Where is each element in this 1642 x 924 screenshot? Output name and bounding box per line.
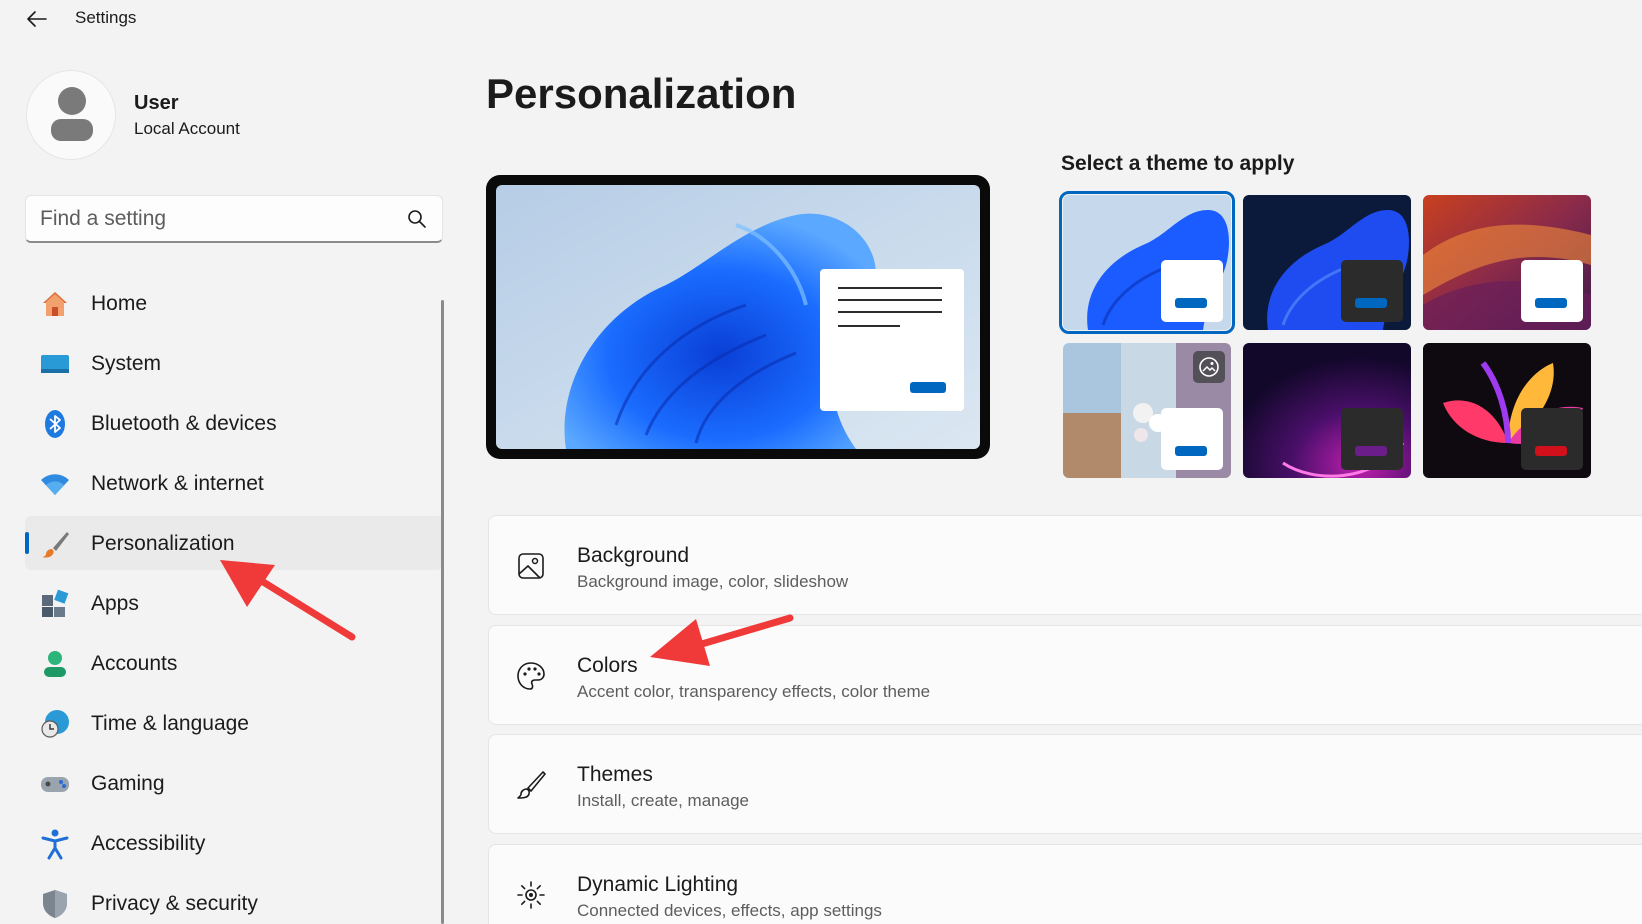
brush-icon <box>513 767 549 803</box>
slideshow-badge <box>1193 351 1225 383</box>
theme-heading: Select a theme to apply <box>1061 152 1295 175</box>
preview-accent-button <box>910 382 946 393</box>
accessibility-icon <box>39 828 71 860</box>
sidebar-item-label: Gaming <box>91 772 165 795</box>
sidebar-item-bluetooth[interactable]: Bluetooth & devices <box>25 396 443 450</box>
system-icon <box>39 348 71 380</box>
apps-icon <box>39 588 71 620</box>
search-box[interactable] <box>25 195 443 243</box>
sidebar-item-apps[interactable]: Apps <box>25 576 443 630</box>
sidebar-item-label: Home <box>91 292 148 315</box>
background-card[interactable]: Background Background image, color, slid… <box>488 515 1642 615</box>
sidebar-item-label: Apps <box>91 592 139 615</box>
sidebar-item-time-language[interactable]: Time & language <box>25 696 443 750</box>
sidebar-item-label: Privacy & security <box>91 892 258 915</box>
theme-window-preview <box>1161 408 1223 470</box>
title-bar: Settings <box>0 0 1642 38</box>
theme-tile-captured-motion[interactable] <box>1063 343 1231 478</box>
sidebar-item-label: System <box>91 352 162 375</box>
sidebar-item-label: Accessibility <box>91 832 206 855</box>
theme-window-preview <box>1521 408 1583 470</box>
search-input[interactable] <box>40 196 380 242</box>
search-icon[interactable] <box>406 208 428 230</box>
image-icon <box>513 548 549 584</box>
sidebar-item-label: Time & language <box>91 712 249 735</box>
sidebar-scrollbar[interactable] <box>441 300 444 924</box>
slideshow-icon <box>1199 357 1219 377</box>
sidebar-item-gaming[interactable]: Gaming <box>25 756 443 810</box>
back-arrow-icon <box>27 11 47 27</box>
avatar[interactable] <box>26 70 116 160</box>
sidebar-item-label: Personalization <box>91 532 235 555</box>
accounts-icon <box>39 648 71 680</box>
sidebar-item-accessibility[interactable]: Accessibility <box>25 816 443 870</box>
bluetooth-icon <box>39 408 71 440</box>
paintbrush-icon <box>39 528 71 560</box>
theme-window-preview <box>1161 260 1223 322</box>
theme-tile-windows-light[interactable] <box>1059 191 1235 334</box>
account-type: Local Account <box>134 119 240 138</box>
card-title: Dynamic Lighting <box>577 873 739 896</box>
preview-window <box>820 269 964 411</box>
sidebar-item-personalization[interactable]: Personalization <box>25 516 443 570</box>
wifi-icon <box>39 468 71 500</box>
card-subtitle: Accent color, transparency effects, colo… <box>577 682 931 701</box>
card-subtitle: Connected devices, effects, app settings <box>577 901 882 920</box>
themes-card[interactable]: Themes Install, create, manage <box>488 734 1642 834</box>
time-language-icon <box>39 708 71 740</box>
gamepad-icon <box>39 768 71 800</box>
card-subtitle: Install, create, manage <box>577 791 749 810</box>
lighting-icon <box>513 877 549 913</box>
card-title: Background <box>577 544 690 567</box>
shield-icon <box>39 888 71 920</box>
theme-tile-windows-dark[interactable] <box>1243 195 1411 330</box>
card-title: Themes <box>577 763 653 786</box>
sidebar-item-system[interactable]: System <box>25 336 443 390</box>
colors-card[interactable]: Colors Accent color, transparency effect… <box>488 625 1642 725</box>
app-title: Settings <box>75 8 137 27</box>
sidebar-nav: Home System Bluetooth & devices Network … <box>25 276 443 924</box>
user-name: User <box>134 92 179 114</box>
back-button[interactable] <box>24 6 50 32</box>
theme-preview <box>486 175 990 459</box>
user-avatar-icon <box>51 87 93 141</box>
sidebar-item-label: Network & internet <box>91 472 264 495</box>
card-subtitle: Background image, color, slideshow <box>577 572 849 591</box>
dynamic-lighting-card[interactable]: Dynamic Lighting Connected devices, effe… <box>488 844 1642 924</box>
preview-wallpaper <box>496 185 980 449</box>
theme-window-preview <box>1341 408 1403 470</box>
theme-tile-glow[interactable] <box>1423 195 1591 330</box>
sidebar-item-network[interactable]: Network & internet <box>25 456 443 510</box>
card-title: Colors <box>577 654 638 677</box>
page-title: Personalization <box>486 70 797 117</box>
theme-window-preview <box>1341 260 1403 322</box>
theme-tile-flow[interactable] <box>1423 343 1591 478</box>
palette-icon <box>513 658 549 694</box>
sidebar-item-privacy[interactable]: Privacy & security <box>25 876 443 924</box>
sidebar-item-label: Accounts <box>91 652 178 675</box>
sidebar-item-home[interactable]: Home <box>25 276 443 330</box>
home-icon <box>39 288 71 320</box>
theme-tile-sunrise[interactable] <box>1243 343 1411 478</box>
sidebar-item-label: Bluetooth & devices <box>91 412 277 435</box>
theme-window-preview <box>1521 260 1583 322</box>
sidebar-item-accounts[interactable]: Accounts <box>25 636 443 690</box>
